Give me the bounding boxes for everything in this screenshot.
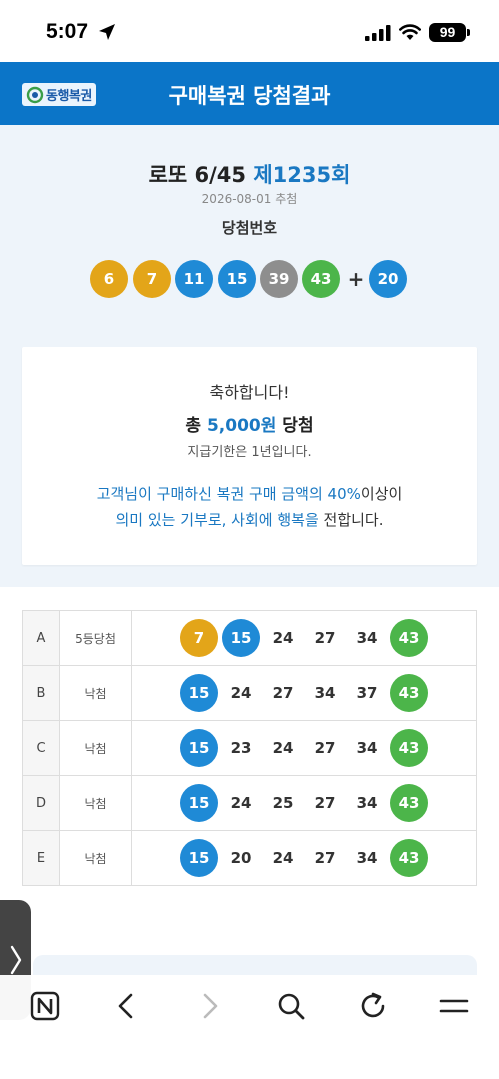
forward-icon[interactable] — [194, 991, 224, 1021]
ticket-game-label: B — [22, 665, 60, 721]
menu-icon[interactable] — [439, 991, 469, 1021]
status-time: 5:07 — [46, 20, 89, 43]
bonus-plus: + — [347, 267, 365, 291]
ticket-number-hit: 43 — [390, 619, 428, 657]
ticket-number: 34 — [356, 629, 378, 647]
ticket-row: A 5등당첨 7 15 24 27 34 43 — [22, 610, 477, 666]
ticket-number: 24 — [272, 849, 294, 867]
bonus-ball: 20 — [369, 260, 407, 298]
ticket-number: 27 — [272, 684, 294, 702]
winning-numbers-label: 당첨번호 — [221, 219, 278, 237]
winning-ball: 15 — [218, 260, 256, 298]
ticket-number: 24 — [230, 794, 252, 812]
app-header: 동행복권 구매복권 당첨결과 — [0, 62, 499, 125]
ticket-number-hit: 7 — [180, 619, 218, 657]
ticket-result: 낙첨 — [59, 775, 132, 831]
ticket-number-hit: 15 — [180, 729, 218, 767]
winning-ball: 43 — [302, 260, 340, 298]
back-icon[interactable] — [112, 991, 142, 1021]
ticket-row: E 낙첨 15 20 24 27 34 43 — [22, 830, 477, 886]
ticket-result: 낙첨 — [59, 665, 132, 721]
location-arrow-icon — [99, 24, 115, 40]
ticket-number-hit: 43 — [390, 729, 428, 767]
page-title: 구매복권 당첨결과 — [168, 84, 331, 108]
ticket-number: 27 — [314, 849, 336, 867]
wifi-icon — [399, 24, 421, 40]
total-prefix: 총 — [185, 416, 207, 436]
ticket-row: C 낙첨 15 23 24 27 34 43 — [22, 720, 477, 776]
battery-tip — [467, 29, 470, 36]
draw-title: 로또 6/45 제1235회 — [0, 159, 499, 189]
ticket-result: 낙첨 — [59, 830, 132, 886]
ticket-number: 27 — [314, 629, 336, 647]
donation-message-line1: 고객님이 구매하신 복권 구매 금액의 40%이상이 — [22, 483, 477, 504]
donation-text: 의미 있는 기부로, 사회에 행복을 — [115, 511, 319, 529]
ticket-result: 5등당첨 — [59, 610, 132, 666]
n-logo-icon[interactable] — [30, 991, 60, 1021]
ticket-table: A 5등당첨 7 15 24 27 34 43 B 낙첨 15 24 27 34 37 43 C 낙첨 15 23 24… — [22, 610, 477, 886]
ticket-number: 23 — [230, 739, 252, 757]
ticket-game-label: C — [22, 720, 60, 776]
ticket-number-hit: 43 — [390, 674, 428, 712]
ticket-number: 20 — [230, 849, 252, 867]
ticket-number: 25 — [272, 794, 294, 812]
ticket-number: 34 — [356, 794, 378, 812]
ticket-number-hit: 43 — [390, 839, 428, 877]
ticket-number: 24 — [272, 739, 294, 757]
ticket-row: B 낙첨 15 24 27 34 37 43 — [22, 665, 477, 721]
winning-ball: 39 — [260, 260, 298, 298]
winning-numbers: 6 7 11 15 39 43 + 20 — [90, 260, 410, 298]
search-icon[interactable] — [276, 991, 306, 1021]
draw-result-section: 로또 6/45 제1235회 2026-08-01 추첨 당첨번호 6 7 11… — [0, 125, 499, 587]
ticket-number: 24 — [230, 684, 252, 702]
ticket-number: 27 — [314, 739, 336, 757]
ticket-numbers: 15 20 24 27 34 43 — [131, 830, 477, 886]
winning-ball: 11 — [175, 260, 213, 298]
draw-game-name: 로또 6/45 — [148, 163, 254, 187]
ticket-number-hit: 15 — [180, 839, 218, 877]
total-prize: 총 5,000원 당첨 — [22, 411, 477, 436]
ticket-numbers: 15 24 25 27 34 43 — [131, 775, 477, 831]
ticket-number-hit: 43 — [390, 784, 428, 822]
ticket-row: D 낙첨 15 24 25 27 34 43 — [22, 775, 477, 831]
ticket-game-label: E — [22, 830, 60, 886]
ticket-numbers: 15 23 24 27 34 43 — [131, 720, 477, 776]
battery-icon: 99 — [429, 23, 466, 42]
payment-deadline: 지급기한은 1년입니다. — [187, 445, 312, 460]
ticket-number-hit: 15 — [180, 784, 218, 822]
ticket-game-label: A — [22, 610, 60, 666]
donation-text: 이상이 — [360, 485, 403, 503]
ticket-numbers: 15 24 27 34 37 43 — [131, 665, 477, 721]
ticket-numbers: 7 15 24 27 34 43 — [131, 610, 477, 666]
ticket-result: 낙첨 — [59, 720, 132, 776]
draw-round: 제1235회 — [253, 163, 351, 187]
signal-icon — [365, 25, 391, 41]
ticket-number-hit: 15 — [222, 619, 260, 657]
ticket-number: 34 — [314, 684, 336, 702]
status-bar: 5:07 99 — [0, 0, 499, 62]
donation-message-line2: 의미 있는 기부로, 사회에 행복을 전합니다. — [22, 509, 477, 530]
ticket-game-label: D — [22, 775, 60, 831]
ticket-number: 24 — [272, 629, 294, 647]
congrats-title: 축하합니다! — [209, 383, 290, 402]
winning-ball: 7 — [133, 260, 171, 298]
ticket-number: 34 — [356, 739, 378, 757]
winning-ball: 6 — [90, 260, 128, 298]
total-suffix: 당첨 — [276, 416, 314, 436]
draw-date: 2026-08-01 추첨 — [201, 192, 298, 206]
chevron-right-icon — [10, 945, 22, 975]
browser-toolbar — [0, 975, 499, 1079]
ticket-number: 34 — [356, 849, 378, 867]
donation-text: 전합니다. — [318, 511, 384, 529]
ticket-number-hit: 15 — [180, 674, 218, 712]
donation-text: 고객님이 구매하신 복권 구매 금액의 40% — [96, 485, 361, 503]
prize-amount: 5,000원 — [206, 416, 277, 436]
congrats-card: 축하합니다! 총 5,000원 당첨 지급기한은 1년입니다. 고객님이 구매하… — [22, 347, 477, 565]
reload-icon[interactable] — [358, 991, 388, 1021]
ticket-number: 37 — [356, 684, 378, 702]
ticket-number: 27 — [314, 794, 336, 812]
